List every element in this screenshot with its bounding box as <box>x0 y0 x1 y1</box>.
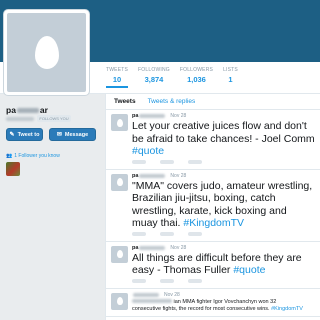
tweet-username[interactable]: pa <box>132 245 138 251</box>
timeline-tabs: Tweets Tweets & replies <box>106 94 320 110</box>
stat-value: 1,036 <box>187 75 206 84</box>
tweet-username[interactable]: pa <box>132 173 138 179</box>
tweet-avatar[interactable] <box>111 114 128 131</box>
egg-icon <box>116 118 123 127</box>
redacted-name <box>16 108 39 114</box>
tweet-actions <box>132 159 315 166</box>
message-label: Message <box>64 131 89 138</box>
tweet-header: pa Nov 28 <box>132 245 315 251</box>
tweet-actions <box>132 278 315 285</box>
tweet-header: Nov 28 <box>132 292 315 298</box>
profile-name-start: pa <box>6 105 16 115</box>
tweet-avatar[interactable] <box>111 292 128 310</box>
stat-label: FOLLOWERS <box>179 67 214 73</box>
tweet-username[interactable]: pa <box>132 113 138 119</box>
retweet-icon[interactable] <box>160 159 174 164</box>
followers-you-know-link[interactable]: 👥 1 Follower you know <box>6 153 60 159</box>
people-icon: 👥 <box>6 153 13 159</box>
tweet-timestamp[interactable]: Nov 28 <box>170 113 186 119</box>
stat-label: FOLLOWING <box>138 67 170 73</box>
message-button[interactable]: ✉ Message <box>49 128 96 141</box>
redacted-username <box>139 173 166 178</box>
stat-followers[interactable]: FOLLOWERS 1,036 <box>180 67 213 88</box>
tweet-text: "MMA" covers judo, amateur wrestling, Br… <box>132 180 315 230</box>
profile-handle: FOLLOWS YOU <box>6 115 71 122</box>
reply-icon[interactable] <box>132 278 146 283</box>
stat-value: 3,874 <box>144 75 164 84</box>
timeline: Tweets Tweets & replies pa Nov 28 Let yo… <box>105 94 320 320</box>
hashtag-link[interactable]: #KingdomTV <box>183 217 244 229</box>
known-follower-avatar[interactable] <box>6 162 20 176</box>
tweet-text-content: Let your creative juices flow and don't … <box>132 120 315 145</box>
follows-you-badge: FOLLOWS YOU <box>37 115 71 122</box>
reply-icon[interactable] <box>132 231 146 236</box>
retweet-icon[interactable] <box>160 278 174 283</box>
egg-icon <box>116 178 123 186</box>
tweet-to-label: Tweet to <box>17 131 40 138</box>
tab-tweets-and-replies[interactable]: Tweets & replies <box>148 98 196 105</box>
stat-value: 10 <box>112 75 122 84</box>
tweet-text-line: consecutive fights, the record for most … <box>132 305 272 312</box>
egg-icon <box>34 36 59 69</box>
envelope-icon: ✉ <box>56 132 62 138</box>
tweet-to-button[interactable]: ✎ Tweet to <box>6 128 43 141</box>
tweet-header: pa Nov 28 <box>132 113 315 119</box>
favorite-icon[interactable] <box>188 231 202 236</box>
redacted-username <box>139 114 166 118</box>
redacted-handle <box>6 116 34 121</box>
reply-icon[interactable] <box>132 159 146 164</box>
tweet-timestamp[interactable]: Nov 28 <box>164 292 180 298</box>
egg-icon <box>116 250 123 258</box>
tab-tweets[interactable]: Tweets <box>114 98 136 105</box>
tweet-text-line: ian MMA fighter Igor Vovchanchyn won 32 <box>173 298 277 305</box>
tweet-text: Let your creative juices flow and don't … <box>132 120 315 158</box>
stat-following[interactable]: FOLLOWING 3,874 <box>138 67 170 88</box>
profile-avatar[interactable] <box>4 10 89 95</box>
tweet[interactable]: pa Nov 28 All things are difficult befor… <box>106 242 320 289</box>
profile-stats: TWEETS 10 FOLLOWING 3,874 FOLLOWERS 1,03… <box>106 67 248 88</box>
favorite-icon[interactable] <box>188 159 202 164</box>
stat-tweets[interactable]: TWEETS 10 <box>106 67 129 88</box>
tweet[interactable]: pa Nov 28 Let your creative juices flow … <box>106 110 320 170</box>
tweet-timestamp[interactable]: Nov 28 <box>170 173 186 179</box>
favorite-icon[interactable] <box>188 278 202 283</box>
stat-value: 1 <box>228 75 233 84</box>
tweet[interactable]: pa Nov 28 "MMA" covers judo, amateur wre… <box>106 170 320 242</box>
tweet-actions <box>132 231 315 238</box>
tweet-text-content: All things are difficult before they are… <box>132 251 302 277</box>
profile-name[interactable]: pa ar <box>6 105 48 115</box>
stat-label: LISTS <box>223 67 238 73</box>
tweet-text: ian MMA fighter Igor Vovchanchyn won 32 … <box>132 299 315 313</box>
bird-icon: ✎ <box>9 132 15 138</box>
egg-icon <box>116 297 123 305</box>
hashtag-link[interactable]: #KingdomTV <box>271 306 303 312</box>
tweet-text: All things are difficult before they are… <box>132 252 315 277</box>
stat-lists[interactable]: LISTS 1 <box>223 67 238 88</box>
default-avatar-image <box>7 13 86 92</box>
tweet-avatar[interactable] <box>111 173 128 191</box>
tweet[interactable]: Nov 28 ian MMA fighter Igor Vovchanchyn … <box>106 289 320 317</box>
followers-you-know-label: 1 Follower you know <box>14 153 60 159</box>
tweet-header: pa Nov 28 <box>132 173 315 179</box>
hashtag-link[interactable]: #quote <box>233 264 265 276</box>
retweet-icon[interactable] <box>160 231 174 236</box>
redacted-username <box>139 245 166 250</box>
redacted-text <box>132 299 172 304</box>
tweet-avatar[interactable] <box>111 245 128 263</box>
profile-name-end: ar <box>39 105 48 115</box>
stat-label: TWEETS <box>106 67 129 73</box>
tweet-timestamp[interactable]: Nov 28 <box>170 245 186 251</box>
hashtag-link[interactable]: #quote <box>132 145 164 157</box>
redacted-username <box>133 292 159 297</box>
